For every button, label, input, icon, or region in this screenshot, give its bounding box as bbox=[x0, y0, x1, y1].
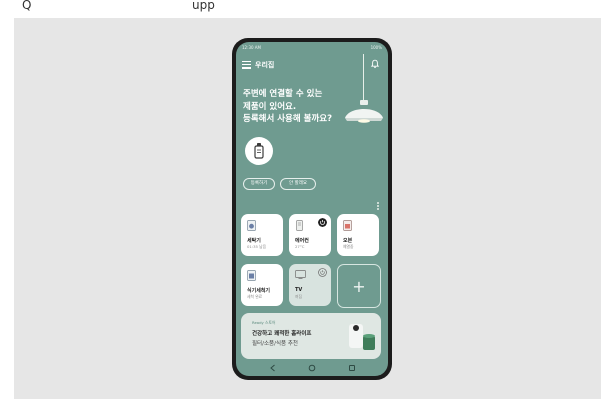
device-status: 세척 완료 bbox=[247, 294, 263, 299]
plus-icon: + bbox=[352, 277, 366, 296]
device-card-air-conditioner[interactable]: 에어컨 27°C bbox=[289, 214, 331, 256]
washer-icon bbox=[247, 220, 256, 231]
device-card-tv[interactable]: TV 꺼짐 bbox=[289, 264, 331, 306]
oven-icon bbox=[343, 220, 352, 231]
dishwasher-icon bbox=[247, 270, 256, 281]
phone-frame: 12:30 AM 100% 우리집 주변에 연결할 수 있는 제품이 있어요. … bbox=[232, 38, 392, 380]
device-card-dishwasher[interactable]: 식기세척기 세척 완료 bbox=[241, 264, 283, 306]
bell-icon[interactable] bbox=[370, 59, 380, 69]
dismiss-button[interactable]: 안 할래요 bbox=[280, 178, 316, 190]
banner-subtitle: 필터/소품/식품 추천 bbox=[252, 341, 298, 347]
pendant-lamp-illustration bbox=[345, 100, 383, 123]
store-banner[interactable]: Ready 스토어 건강하고 쾌적한 홈라이프 필터/소품/식품 추천 bbox=[241, 313, 381, 359]
device-status: 예열중 bbox=[343, 244, 354, 249]
lamp-wire bbox=[363, 54, 364, 104]
discovered-device-circle[interactable] bbox=[245, 137, 273, 165]
promo-line-1: 주변에 연결할 수 있는 bbox=[243, 89, 323, 99]
register-button[interactable]: 등록하기 bbox=[243, 178, 275, 190]
top-strip-right-text: upp bbox=[192, 0, 215, 12]
system-nav-bar bbox=[236, 361, 388, 376]
promo-line-3: 등록해서 사용해 볼까요? bbox=[243, 114, 333, 124]
add-device-button[interactable]: + bbox=[337, 264, 381, 308]
recent-apps-icon[interactable] bbox=[347, 363, 357, 373]
device-name: 오븐 bbox=[343, 238, 353, 244]
promo-message: 주변에 연결할 수 있는 제품이 있어요. 등록해서 사용해 볼까요? bbox=[243, 88, 332, 126]
top-strip-left-text: Q bbox=[22, 0, 32, 12]
back-icon[interactable] bbox=[268, 363, 278, 373]
air-conditioner-icon bbox=[296, 220, 303, 231]
tv-icon bbox=[295, 270, 306, 279]
app-bar: 우리집 bbox=[242, 59, 382, 71]
power-icon[interactable] bbox=[318, 218, 327, 227]
power-icon[interactable] bbox=[318, 268, 327, 277]
status-bar: 12:30 AM 100% bbox=[242, 45, 382, 53]
device-status: 01:35 남음 bbox=[247, 244, 267, 249]
status-battery: 100% bbox=[370, 45, 382, 50]
device-card-washer[interactable]: 세탁기 01:35 남음 bbox=[241, 214, 283, 256]
device-name: 세탁기 bbox=[247, 238, 261, 244]
hamburger-menu-icon[interactable] bbox=[242, 61, 251, 69]
status-time: 12:30 AM bbox=[242, 45, 261, 50]
stage: Q upp 12:30 AM 100% 우리집 주변에 연결할 수 있는 제품이… bbox=[0, 0, 615, 401]
phone-screen: 12:30 AM 100% 우리집 주변에 연결할 수 있는 제품이 있어요. … bbox=[236, 42, 388, 376]
promo-line-2: 제품이 있어요. bbox=[243, 101, 297, 112]
banner-tag: Ready 스토어 bbox=[252, 320, 276, 325]
air-purifier-product-image bbox=[349, 324, 375, 350]
more-options-icon[interactable] bbox=[377, 202, 380, 212]
home-title[interactable]: 우리집 bbox=[255, 60, 274, 70]
device-status: 꺼짐 bbox=[295, 294, 302, 299]
home-icon[interactable] bbox=[307, 363, 317, 373]
device-name: TV bbox=[295, 287, 303, 293]
device-status: 27°C bbox=[295, 244, 305, 249]
air-purifier-icon bbox=[254, 143, 264, 159]
device-name: 에어컨 bbox=[295, 238, 309, 244]
banner-title: 건강하고 쾌적한 홈라이프 bbox=[252, 331, 312, 337]
device-card-oven[interactable]: 오븐 예열중 bbox=[337, 214, 379, 256]
device-name: 식기세척기 bbox=[247, 288, 271, 294]
